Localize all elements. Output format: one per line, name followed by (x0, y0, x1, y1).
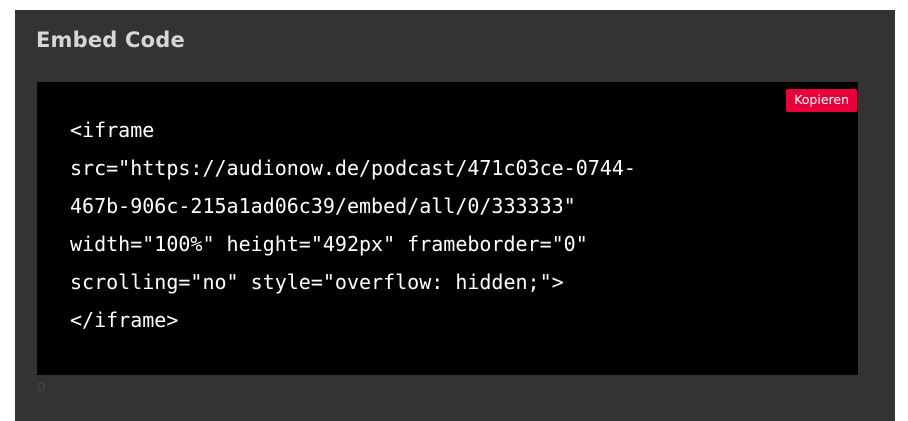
embed-code-text[interactable]: <iframe src="https://audionow.de/podcast… (70, 111, 810, 339)
embed-code-panel: Embed Code Kopieren <iframe src="https:/… (15, 10, 895, 421)
panel-title: Embed Code (36, 28, 185, 52)
code-box: Kopieren <iframe src="https://audionow.d… (37, 82, 858, 375)
footer-mark: D (37, 381, 46, 394)
copy-button[interactable]: Kopieren (786, 89, 857, 112)
